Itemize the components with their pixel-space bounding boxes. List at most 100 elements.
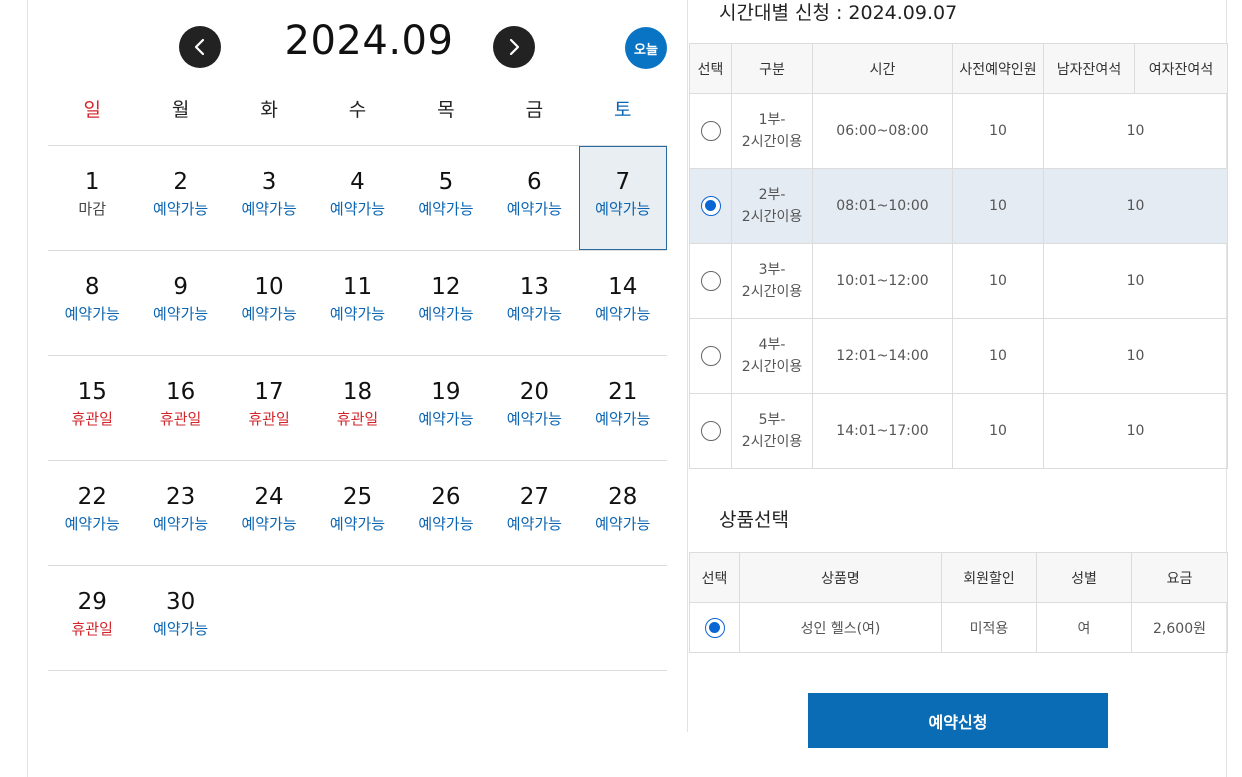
day-status: 예약가능 (506, 305, 562, 323)
calendar-day-cell[interactable]: 11 예약가능 (313, 251, 401, 355)
product-table-header: 성별 (1036, 552, 1132, 603)
calendar-day-cell[interactable]: 2 예약가능 (136, 146, 224, 250)
day-status: 휴관일 (336, 410, 379, 428)
calendar-day-cell[interactable]: 8 예약가능 (48, 251, 136, 355)
prev-month-button[interactable] (179, 26, 221, 68)
chevron-left-icon (194, 38, 205, 56)
day-status: 예약가능 (329, 305, 386, 323)
time-slot-table: 선택 구분 시간 사전예약인원 남자잔여석 여자잔여석 1부- 2시간이용 06:00~08:… (689, 43, 1228, 469)
calendar-day-cell[interactable]: 18 휴관일 (313, 356, 401, 460)
time-slot-row[interactable]: 4부- 2시간이용 12:01~14:00 10 10 (689, 318, 1228, 394)
day-status: 예약가능 (595, 515, 651, 533)
day-status: 예약가능 (418, 410, 474, 428)
day-status: 예약가능 (241, 200, 297, 218)
day-number: 21 (608, 379, 638, 405)
calendar-day-cell[interactable]: 28 예약가능 (579, 461, 667, 565)
calendar-week-row: 29 휴관일 30 예약가능 (48, 566, 667, 671)
calendar-day-cell[interactable]: 3 예약가능 (225, 146, 313, 250)
time-slot-radio[interactable] (700, 271, 721, 291)
calendar-day-cell[interactable]: 5 예약가능 (402, 146, 490, 250)
calendar-day-cell[interactable]: 14 예약가능 (579, 251, 667, 355)
calendar-day-cell[interactable]: 21 예약가능 (579, 356, 667, 460)
time-slot-row[interactable]: 1부- 2시간이용 06:00~08:00 10 10 (689, 93, 1228, 169)
part-label: 1부- (758, 112, 786, 128)
time-slot-radio[interactable] (700, 121, 721, 141)
calendar-day-cell[interactable]: 10 예약가능 (225, 251, 313, 355)
calendar-day-cell[interactable]: 23 예약가능 (136, 461, 224, 565)
remaining-seats: 10 (1043, 168, 1228, 244)
day-number: 18 (342, 379, 373, 405)
day-status: 예약가능 (329, 515, 386, 533)
day-number: 10 (254, 274, 284, 300)
day-status: 예약가능 (506, 200, 562, 218)
remaining-seats: 10 (1043, 393, 1228, 469)
time-slot-row[interactable]: 2부- 2시간이용 08:01~10:00 10 10 (689, 168, 1228, 244)
calendar-week-row: 1 마감 2 예약가능 3 예약가능 4 예약가능 5 예약가능 6 예약가능 7 예약가능 (48, 146, 667, 251)
time-table-header: 구분 (731, 43, 813, 94)
usage-label: 2시간이용 (741, 134, 803, 150)
product-row[interactable]: 성인 헬스(여) 미적용 여 2,600원 (689, 602, 1228, 653)
time-slot-row[interactable]: 3부- 2시간이용 10:01~12:00 10 10 (689, 243, 1228, 319)
calendar-week-row: 15 휴관일 16 휴관일 17 휴관일 18 휴관일 19 예약가능 20 예약가능 21 예약가능 (48, 356, 667, 461)
calendar-day-cell[interactable]: 30 예약가능 (136, 566, 224, 670)
product-radio[interactable] (704, 617, 725, 638)
calendar-day-cell[interactable]: 9 예약가능 (136, 251, 224, 355)
time-table-header: 남자잔여석 (1043, 43, 1135, 94)
day-status: 예약가능 (153, 305, 209, 323)
time-slot-radio[interactable] (700, 421, 721, 441)
time-range: 10:01~12:00 (812, 243, 953, 319)
day-number: 14 (608, 274, 638, 300)
day-status: 휴관일 (159, 410, 202, 428)
reserved-count: 10 (952, 243, 1044, 319)
chevron-right-icon (509, 38, 520, 56)
next-month-button[interactable] (493, 26, 535, 68)
weekday-label: 일 (83, 99, 101, 121)
calendar-day-cell[interactable]: 7 예약가능 (578, 146, 667, 250)
select-cell (689, 318, 732, 394)
weekday-label: 월 (171, 99, 190, 121)
time-slot-radio[interactable] (700, 196, 721, 216)
day-number: 11 (342, 274, 373, 300)
calendar-day-cell[interactable]: 27 예약가능 (490, 461, 578, 565)
calendar-day-cell[interactable]: 12 예약가능 (402, 251, 490, 355)
calendar-day-cell[interactable]: 22 예약가능 (48, 461, 136, 565)
remaining-seats: 10 (1043, 93, 1228, 169)
reserve-submit-button[interactable]: 예약신청 (808, 693, 1108, 748)
calendar-day-cell[interactable]: 25 예약가능 (313, 461, 401, 565)
gender: 여 (1036, 602, 1132, 653)
calendar-day-cell[interactable]: 26 예약가능 (402, 461, 490, 565)
calendar-day-cell[interactable]: 15 휴관일 (48, 356, 136, 460)
remaining-seats: 10 (1043, 243, 1228, 319)
calendar-day-cell[interactable]: 17 휴관일 (225, 356, 313, 460)
time-slot-radio[interactable] (700, 346, 721, 366)
day-number: 24 (254, 484, 284, 510)
day-number: 1 (84, 169, 100, 195)
calendar-day-cell[interactable]: 29 휴관일 (48, 566, 136, 670)
select-cell (689, 93, 732, 169)
calendar-day-cell[interactable]: 20 예약가능 (490, 356, 578, 460)
calendar-day-cell[interactable]: 19 예약가능 (402, 356, 490, 460)
reserved-count: 10 (952, 168, 1044, 244)
day-number: 17 (254, 379, 284, 405)
part-cell: 2부- 2시간이용 (731, 168, 813, 244)
day-number: 27 (519, 484, 549, 510)
today-button[interactable]: 오늘 (625, 27, 667, 69)
calendar-day-cell[interactable]: 6 예약가능 (490, 146, 578, 250)
calendar-day-cell[interactable]: 4 예약가능 (313, 146, 401, 250)
day-status: 휴관일 (248, 410, 290, 428)
time-slot-row[interactable]: 5부- 2시간이용 14:01~17:00 10 10 (689, 393, 1228, 469)
product-table-header: 상품명 (739, 552, 942, 603)
calendar-day-cell[interactable]: 13 예약가능 (490, 251, 578, 355)
day-status: 예약가능 (64, 515, 120, 533)
calendar-day-cell[interactable]: 24 예약가능 (225, 461, 313, 565)
weekday-label: 수 (348, 99, 367, 121)
weekday-header: 일월화수목금토 (48, 95, 667, 145)
day-status: 예약가능 (418, 305, 474, 323)
remaining-seats: 10 (1043, 318, 1228, 394)
calendar-grid: 1 마감 2 예약가능 3 예약가능 4 예약가능 5 예약가능 6 예약가능 7 예약가능 8 예약가능 9 예… (48, 145, 667, 671)
calendar-day-cell[interactable]: 1 마감 (48, 146, 136, 250)
day-number: 29 (77, 589, 107, 615)
calendar-day-cell[interactable]: 16 휴관일 (136, 356, 224, 460)
day-number: 19 (431, 379, 461, 405)
select-cell (689, 393, 732, 469)
